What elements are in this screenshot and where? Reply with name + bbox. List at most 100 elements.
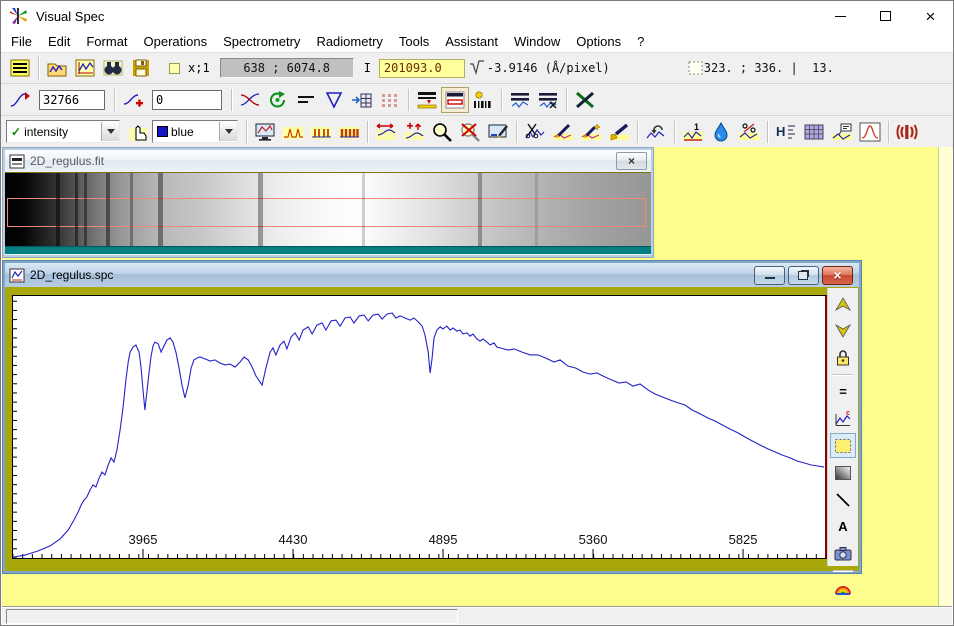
menu-window[interactable]: Window: [506, 32, 568, 51]
edit-chart-button[interactable]: [71, 55, 99, 81]
separator: [408, 89, 409, 111]
monitor-edit-icon: [487, 122, 509, 142]
same-scale-button[interactable]: =: [830, 379, 856, 404]
offset-input[interactable]: [152, 90, 222, 110]
threshold-input[interactable]: [39, 90, 105, 110]
profile-select[interactable]: ✓ intensity: [6, 120, 120, 143]
elements-button[interactable]: H: [772, 119, 800, 145]
save-button[interactable]: [127, 55, 155, 81]
title-bar[interactable]: Visual Spec ×: [1, 1, 953, 31]
offset-button[interactable]: [119, 87, 147, 113]
draw-line-button[interactable]: [830, 487, 856, 512]
subtract-sky-button[interactable]: [506, 87, 534, 113]
profile-select-dropdown-button[interactable]: [101, 122, 119, 141]
periodic-table-button[interactable]: [800, 119, 828, 145]
threshold-button[interactable]: [6, 87, 34, 113]
menu-radiometry[interactable]: Radiometry: [308, 32, 390, 51]
spc-window-titlebar[interactable]: 2D_regulus.spc ×: [5, 263, 859, 287]
rotate-button[interactable]: [264, 87, 292, 113]
zoom-vertical-button[interactable]: [400, 119, 428, 145]
draw-curve-button[interactable]: [549, 119, 577, 145]
scroll-down-button[interactable]: [830, 318, 856, 343]
maximize-button[interactable]: [863, 1, 908, 31]
menu-options[interactable]: Options: [568, 32, 629, 51]
spectrum-plot[interactable]: 39654430489553605825: [12, 295, 828, 559]
menu-tools[interactable]: Tools: [391, 32, 437, 51]
text-icon: A: [838, 519, 847, 534]
x-tick-label: 5360: [579, 532, 608, 547]
fit-window-close-button[interactable]: ×: [616, 152, 647, 170]
normalize-button[interactable]: 1: [679, 119, 707, 145]
fit-image-window: 2D_regulus.fit ×: [3, 148, 653, 257]
fill-background-button[interactable]: [830, 433, 856, 458]
cut-curve-button[interactable]: [521, 119, 549, 145]
edit-display-button[interactable]: [484, 119, 512, 145]
line-style-2-button[interactable]: [307, 119, 335, 145]
gradient-button[interactable]: [830, 460, 856, 485]
spc-close-button[interactable]: ×: [822, 266, 853, 285]
snapshot-button[interactable]: [830, 541, 856, 566]
crop-button[interactable]: [571, 87, 599, 113]
minimize-icon: [835, 16, 846, 17]
insert-text-button[interactable]: A: [830, 514, 856, 539]
fit-window-titlebar[interactable]: 2D_regulus.fit ×: [5, 150, 651, 172]
menu-edit[interactable]: Edit: [40, 32, 78, 51]
mdi-vertical-scrollbar[interactable]: [938, 147, 952, 608]
close-button[interactable]: ×: [908, 1, 953, 31]
spc-minimize-button[interactable]: [754, 266, 785, 285]
heliocentric-button[interactable]: [735, 119, 763, 145]
tilt-lines-icon: [296, 91, 316, 109]
line-style-1-button[interactable]: [279, 119, 307, 145]
open-profile-button[interactable]: [43, 55, 71, 81]
compare-profiles-button[interactable]: [236, 87, 264, 113]
line-style-3-button[interactable]: [335, 119, 363, 145]
spc-restore-button[interactable]: [788, 266, 819, 285]
mdi-horizontal-scrollbar[interactable]: [6, 609, 458, 624]
continuum-button[interactable]: c: [830, 406, 856, 431]
zoom-button[interactable]: [428, 119, 456, 145]
menu-file[interactable]: File: [3, 32, 40, 51]
display-mode-button[interactable]: [6, 55, 34, 81]
menu-format[interactable]: Format: [78, 32, 135, 51]
menu-operations[interactable]: Operations: [136, 32, 216, 51]
minimize-button[interactable]: [818, 1, 863, 31]
menu-assistant[interactable]: Assistant: [437, 32, 506, 51]
draw-point-button[interactable]: [577, 119, 605, 145]
xy-checkbox[interactable]: [169, 63, 180, 74]
tilt-button[interactable]: [292, 87, 320, 113]
paint-button[interactable]: [605, 119, 633, 145]
menu-help[interactable]: ?: [629, 32, 652, 51]
spc-window-title: 2D_regulus.spc: [30, 268, 113, 282]
grid-button[interactable]: [376, 87, 404, 113]
subtract-sky-auto-button[interactable]: [534, 87, 562, 113]
zoom-horizontal-button[interactable]: [372, 119, 400, 145]
display-settings-button[interactable]: [251, 119, 279, 145]
gaussian-fit-button[interactable]: [856, 119, 884, 145]
scroll-up-button[interactable]: [830, 291, 856, 316]
synthesis-color-button[interactable]: [830, 575, 856, 600]
picker-button[interactable]: [124, 119, 152, 145]
label-line-button[interactable]: [828, 119, 856, 145]
sky-background-button[interactable]: [320, 87, 348, 113]
absorption-line: [75, 173, 78, 246]
binning-zone-rectangle[interactable]: [7, 198, 646, 227]
maximize-icon: [880, 11, 891, 21]
spectrum-2d-image[interactable]: [5, 172, 651, 246]
column-transfer-button[interactable]: [348, 87, 376, 113]
undo-button[interactable]: [642, 119, 670, 145]
search-button[interactable]: [99, 55, 127, 81]
play-sound-button[interactable]: [893, 119, 921, 145]
binning-add-button[interactable]: [413, 87, 441, 113]
water-vapor-button[interactable]: [707, 119, 735, 145]
binning-object-button[interactable]: [469, 87, 497, 113]
threshold-curve-icon: [9, 90, 31, 110]
lock-scale-button[interactable]: [830, 345, 856, 370]
separator: [637, 121, 638, 143]
image-document-icon: [9, 154, 25, 169]
color-select[interactable]: blue: [152, 120, 238, 143]
color-select-dropdown-button[interactable]: [219, 122, 237, 141]
menu-spectrometry[interactable]: Spectrometry: [215, 32, 308, 51]
unzoom-button[interactable]: [456, 119, 484, 145]
binning-display-button[interactable]: [441, 87, 469, 113]
nabla-icon: [324, 90, 344, 110]
